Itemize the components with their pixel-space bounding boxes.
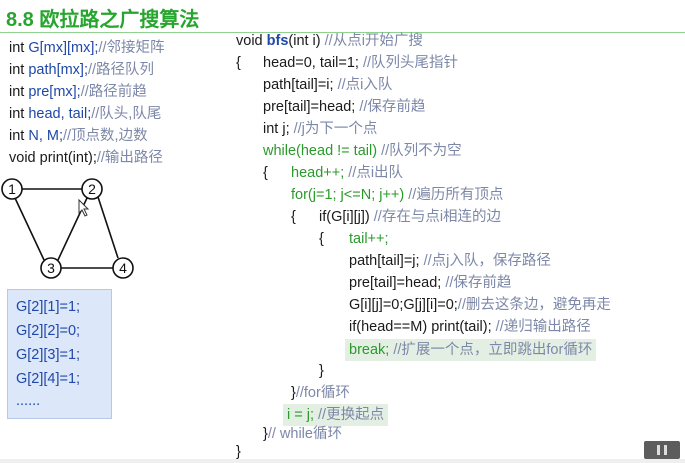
code-line: { <box>319 231 324 247</box>
g-value: ...... <box>16 393 41 409</box>
code-line: path[tail]=i; //点i入队 <box>263 77 393 93</box>
g-value: G[2][1]=1; <box>16 299 81 315</box>
code-line: }// while循环 <box>263 426 342 442</box>
g-value: G[2][3]=1; <box>16 347 81 363</box>
pause-button[interactable] <box>644 441 680 459</box>
code-line: while(head != tail) //队列不为空 <box>263 143 462 159</box>
code-line: int j; //j为下一个点 <box>263 121 378 137</box>
decl-line: int G[mx][mx];//邻接矩阵 <box>9 40 165 56</box>
svg-text:2: 2 <box>88 181 96 197</box>
code-line: void bfs(int i) //从点i开始广搜 <box>236 33 423 49</box>
graph-node-2: 2 <box>81 178 103 200</box>
code-line: tail++; <box>349 231 389 247</box>
code-line-highlighted: break; //扩展一个点，立即跳出for循环 <box>345 339 597 361</box>
svg-text:1: 1 <box>8 181 16 197</box>
code-line: if(G[i][j]) //存在与点i相连的边 <box>319 209 502 225</box>
g-value: G[2][2]=0; <box>16 323 81 339</box>
code-line: path[tail]=j; //点j入队，保存路径 <box>349 253 551 269</box>
graph-edge-2-4 <box>97 196 119 259</box>
g-value: G[2][4]=1; <box>16 371 81 387</box>
code-line: { <box>263 165 268 181</box>
code-line: if(head==M) print(tail); //递归输出路径 <box>349 319 591 335</box>
g-values-box: G[2][1]=1; G[2][2]=0; G[2][3]=1; G[2][4]… <box>7 289 112 419</box>
decl-line: void print(int);//输出路径 <box>9 150 163 166</box>
code-line: pre[tail]=head; //保存前趋 <box>263 99 426 115</box>
decl-line: int pre[mx];//路径前趋 <box>9 84 147 100</box>
decl-line: int head, tail;//队头,队尾 <box>9 106 162 122</box>
code-line: G[i][j]=0;G[j][i]=0;//删去这条边，避免再走 <box>349 297 611 313</box>
graph-node-1: 1 <box>1 178 23 200</box>
graph-edge-1-3 <box>14 197 45 261</box>
code-line: { <box>291 209 296 225</box>
decl-line: int path[mx];//路径队列 <box>9 62 155 78</box>
code-line: }//for循环 <box>291 385 350 401</box>
graph-node-3: 3 <box>40 257 62 279</box>
code-line: pre[tail]=head; //保存前趋 <box>349 275 512 291</box>
code-line: for(j=1; j<=N; j++) //遍历所有顶点 <box>291 187 504 203</box>
decl-line: int N, M;//顶点数,边数 <box>9 128 148 144</box>
graph-node-4: 4 <box>112 257 134 279</box>
code-line: } <box>319 363 324 379</box>
svg-text:4: 4 <box>119 260 127 276</box>
slide-title: 8.8 欧拉路之广搜算法 <box>6 9 200 31</box>
graph-diagram: 1 2 3 4 <box>1 178 134 279</box>
code-line: head++; //点i出队 <box>291 165 404 181</box>
player-bar <box>0 459 685 463</box>
code-line: head=0, tail=1; //队列头尾指针 <box>263 55 459 71</box>
code-line: { <box>236 55 241 71</box>
svg-text:3: 3 <box>47 260 55 276</box>
